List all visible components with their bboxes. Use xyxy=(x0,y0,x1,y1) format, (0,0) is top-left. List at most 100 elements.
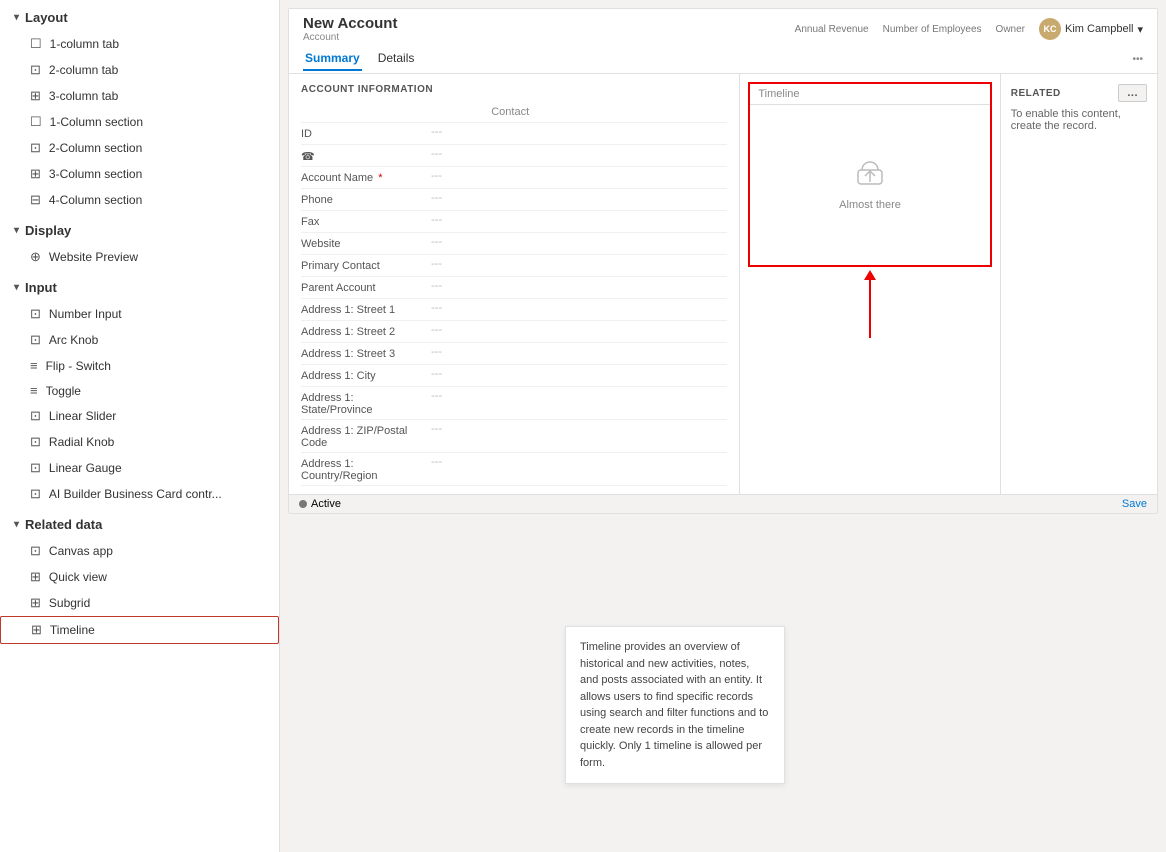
field-value-addr-state: --- xyxy=(431,390,727,402)
linear-gauge-icon: ⊡ xyxy=(30,460,41,476)
sidebar-item-label: Arc Knob xyxy=(49,333,265,347)
display-section-header[interactable]: ▾ Display xyxy=(0,213,279,244)
display-section-label: Display xyxy=(25,223,71,238)
sidebar-item-1col-section[interactable]: ☐ 1-Column section xyxy=(0,109,279,135)
field-label-fax: Fax xyxy=(301,214,431,228)
input-chevron-icon: ▾ xyxy=(14,282,19,293)
field-label-addr-street3: Address 1: Street 3 xyxy=(301,346,431,360)
form-tabs-bar: Summary Details ••• xyxy=(289,45,1157,74)
layout-section-label: Layout xyxy=(25,10,68,25)
sidebar-item-label: Canvas app xyxy=(49,544,265,558)
sidebar-item-toggle[interactable]: ≡ Toggle xyxy=(0,378,279,403)
sidebar-item-subgrid[interactable]: ⊞ Subgrid xyxy=(0,590,279,616)
sidebar-item-label: Number Input xyxy=(49,307,265,321)
toggle-icon: ≡ xyxy=(30,383,38,398)
save-label[interactable]: Save xyxy=(1122,498,1147,510)
tooltip-box: Timeline provides an overview of histori… xyxy=(565,626,785,784)
sidebar-item-radial-knob[interactable]: ⊡ Radial Knob xyxy=(0,429,279,455)
phone-icon: ☎ xyxy=(301,151,315,163)
flip-switch-icon: ≡ xyxy=(30,358,38,373)
field-contact: Contact xyxy=(301,101,727,123)
field-website: Website --- xyxy=(301,233,727,255)
form-card: New Account Account Annual Revenue Numbe… xyxy=(288,8,1158,514)
owner-label: Owner xyxy=(996,24,1025,35)
status-text: Active xyxy=(311,498,341,510)
sidebar-item-4col-section[interactable]: ⊟ 4-Column section xyxy=(0,187,279,213)
field-value-website: --- xyxy=(431,236,727,248)
field-label-addr-street2: Address 1: Street 2 xyxy=(301,324,431,338)
sidebar-item-arc-knob[interactable]: ⊡ Arc Knob xyxy=(0,327,279,353)
form-bottom-bar: Active Save xyxy=(289,494,1157,513)
sidebar-item-label: 3-column tab xyxy=(49,89,265,103)
sidebar-item-label: Flip - Switch xyxy=(46,359,265,373)
sidebar-item-3col-tab[interactable]: ⊞ 3-column tab xyxy=(0,83,279,109)
status-badge: Active xyxy=(299,498,341,510)
sidebar-item-flip-switch[interactable]: ≡ Flip - Switch xyxy=(0,353,279,378)
field-value-addr-country: --- xyxy=(431,456,727,468)
field-value-id: --- xyxy=(431,126,727,138)
sidebar-item-3col-section[interactable]: ⊞ 3-Column section xyxy=(0,161,279,187)
field-addr-street1: Address 1: Street 1 --- xyxy=(301,299,727,321)
sidebar-item-timeline[interactable]: ⊞ Timeline xyxy=(0,616,279,644)
sidebar-item-website-preview[interactable]: ⊕ Website Preview xyxy=(0,244,279,270)
grey-area: Timeline provides an overview of histori… xyxy=(280,514,1166,814)
sidebar-item-number-input[interactable]: ⊡ Number Input xyxy=(0,301,279,327)
sidebar-item-label: Linear Slider xyxy=(49,409,265,423)
subgrid-icon: ⊞ xyxy=(30,595,41,611)
sidebar-item-canvas-app[interactable]: ⊡ Canvas app xyxy=(0,538,279,564)
field-label-account-name: Account Name * xyxy=(301,170,431,184)
sidebar-item-label: Linear Gauge xyxy=(49,461,265,475)
sidebar-item-label: 3-Column section xyxy=(49,167,265,181)
status-dot-icon xyxy=(299,500,307,508)
form-title: New Account xyxy=(303,15,397,32)
sidebar-item-linear-gauge[interactable]: ⊡ Linear Gauge xyxy=(0,455,279,481)
related-data-section-header[interactable]: ▾ Related data xyxy=(0,507,279,538)
tab-details[interactable]: Details xyxy=(376,47,417,71)
sidebar-item-label: 4-Column section xyxy=(49,193,265,207)
sidebar-item-label: Timeline xyxy=(50,623,264,637)
field-label-primary-contact: Primary Contact xyxy=(301,258,431,272)
field-value-addr-zip: --- xyxy=(431,423,727,435)
form-title-group: New Account Account xyxy=(303,15,397,43)
1col-tab-icon: ☐ xyxy=(30,36,42,52)
canvas-app-icon: ⊡ xyxy=(30,543,41,559)
form-middle-panel: Timeline Almost th xyxy=(740,74,1000,494)
sidebar-item-2col-section[interactable]: ⊡ 2-Column section xyxy=(0,135,279,161)
3col-section-icon: ⊞ xyxy=(30,166,41,182)
4col-section-icon: ⊟ xyxy=(30,192,41,208)
form-top-meta: New Account Account Annual Revenue Numbe… xyxy=(289,9,1157,45)
field-label-id: ID xyxy=(301,126,431,140)
sidebar-item-linear-slider[interactable]: ⊡ Linear Slider xyxy=(0,403,279,429)
timeline-body: Almost there xyxy=(750,105,989,265)
timeline-header: Timeline xyxy=(750,84,989,105)
sidebar-item-2col-tab[interactable]: ⊡ 2-column tab xyxy=(0,57,279,83)
field-id: ID --- xyxy=(301,123,727,145)
field-label-addr-country: Address 1: Country/Region xyxy=(301,456,431,482)
field-value-fax: --- xyxy=(431,214,727,226)
tab-summary[interactable]: Summary xyxy=(303,47,362,71)
linear-slider-icon: ⊡ xyxy=(30,408,41,424)
right-section: New Account Account Annual Revenue Numbe… xyxy=(280,0,1166,852)
more-options-dots[interactable]: ••• xyxy=(1132,54,1143,65)
sidebar-item-label: 2-Column section xyxy=(49,141,265,155)
sidebar-item-quick-view[interactable]: ⊞ Quick view xyxy=(0,564,279,590)
sidebar-item-label: Website Preview xyxy=(49,250,265,264)
quick-view-icon: ⊞ xyxy=(30,569,41,585)
sidebar-item-ai-builder[interactable]: ⊡ AI Builder Business Card contr... xyxy=(0,481,279,507)
form-body: ACCOUNT INFORMATION Contact ID --- ☎ xyxy=(289,74,1157,494)
field-primary-contact: Primary Contact --- xyxy=(301,255,727,277)
layout-section-header[interactable]: ▾ Layout xyxy=(0,0,279,31)
field-value-addr-city: --- xyxy=(431,368,727,380)
tooltip-text: Timeline provides an overview of histori… xyxy=(580,641,768,769)
input-section-header[interactable]: ▾ Input xyxy=(0,270,279,301)
user-dropdown-icon[interactable]: ▾ xyxy=(1137,23,1143,36)
form-top-right: Annual Revenue Number of Employees Owner… xyxy=(795,18,1143,40)
sidebar-item-label: AI Builder Business Card contr... xyxy=(49,487,265,501)
field-value-addr-street2: --- xyxy=(431,324,727,336)
related-btn[interactable]: ... xyxy=(1118,84,1147,102)
field-addr-city: Address 1: City --- xyxy=(301,365,727,387)
field-value-addr-street1: --- xyxy=(431,302,727,314)
sidebar-item-1col-tab[interactable]: ☐ 1-column tab xyxy=(0,31,279,57)
field-label-parent-account: Parent Account xyxy=(301,280,431,294)
form-tabs: Summary Details xyxy=(303,47,416,71)
